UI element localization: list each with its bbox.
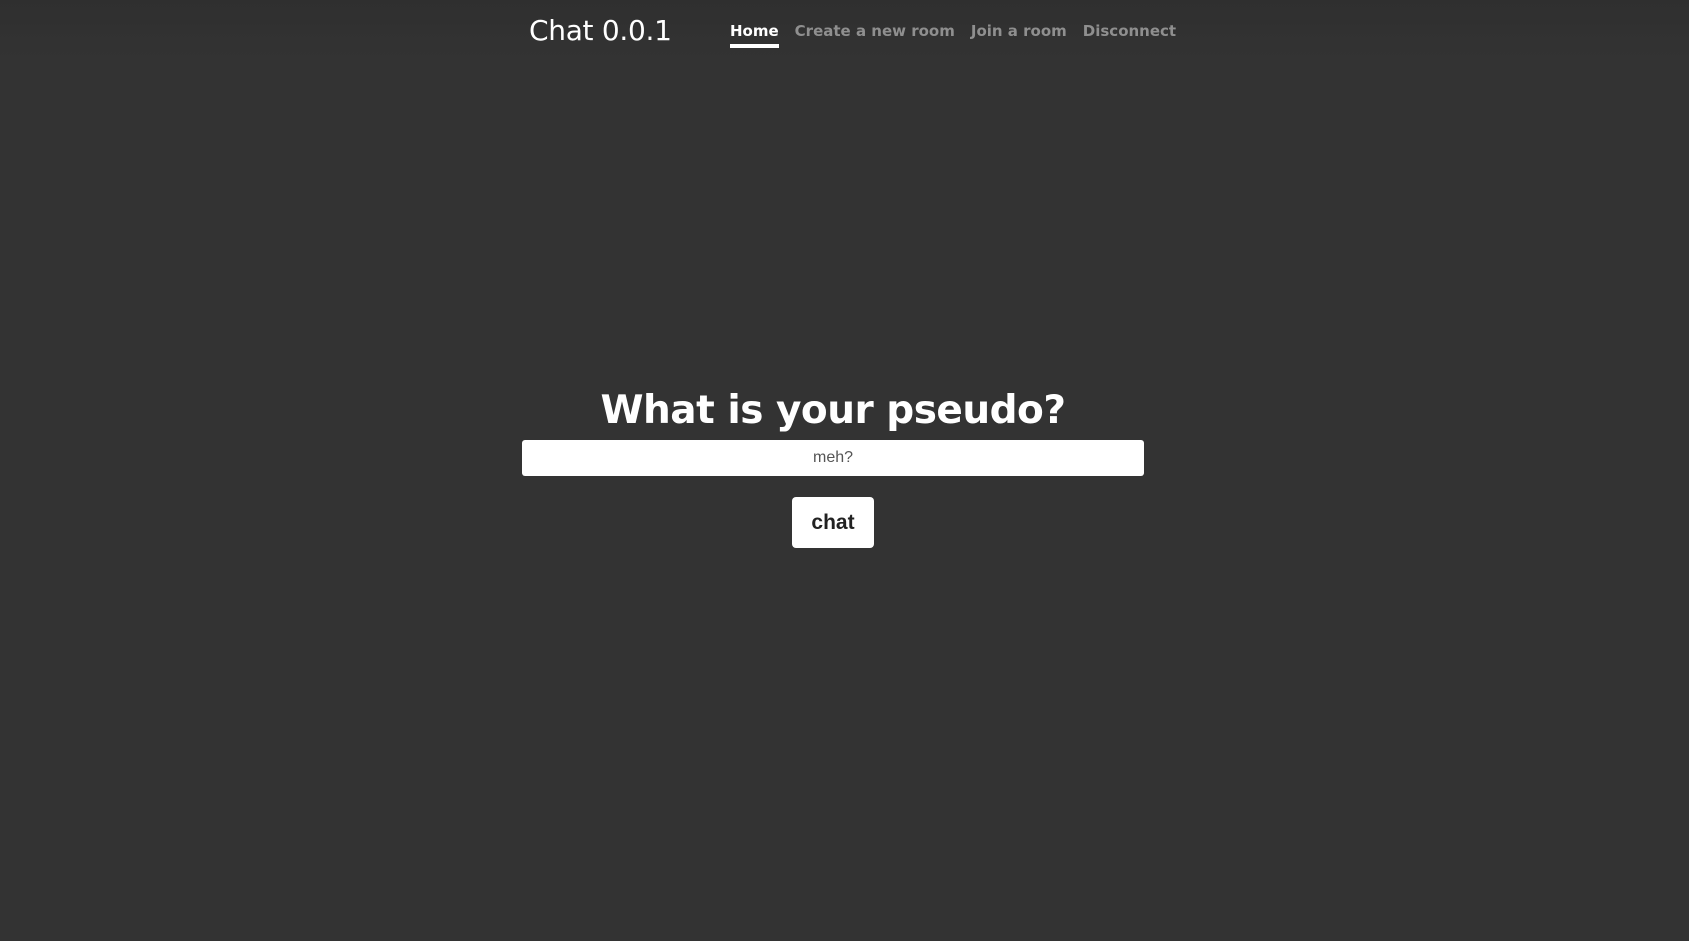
pseudo-input[interactable] <box>522 440 1144 476</box>
main-nav: Home Create a new room Join a room Disco… <box>730 22 1176 48</box>
nav-home[interactable]: Home <box>730 22 779 48</box>
nav-create-room[interactable]: Create a new room <box>795 22 955 48</box>
pseudo-form: What is your pseudo? chat <box>522 385 1144 548</box>
nav-disconnect[interactable]: Disconnect <box>1083 22 1176 48</box>
nav-join-room[interactable]: Join a room <box>971 22 1067 48</box>
chat-button[interactable]: chat <box>792 497 874 548</box>
page-title: What is your pseudo? <box>600 388 1066 433</box>
top-navbar: Chat 0.0.1 Home Create a new room Join a… <box>0 0 1689 60</box>
brand-title[interactable]: Chat 0.0.1 <box>529 14 672 47</box>
